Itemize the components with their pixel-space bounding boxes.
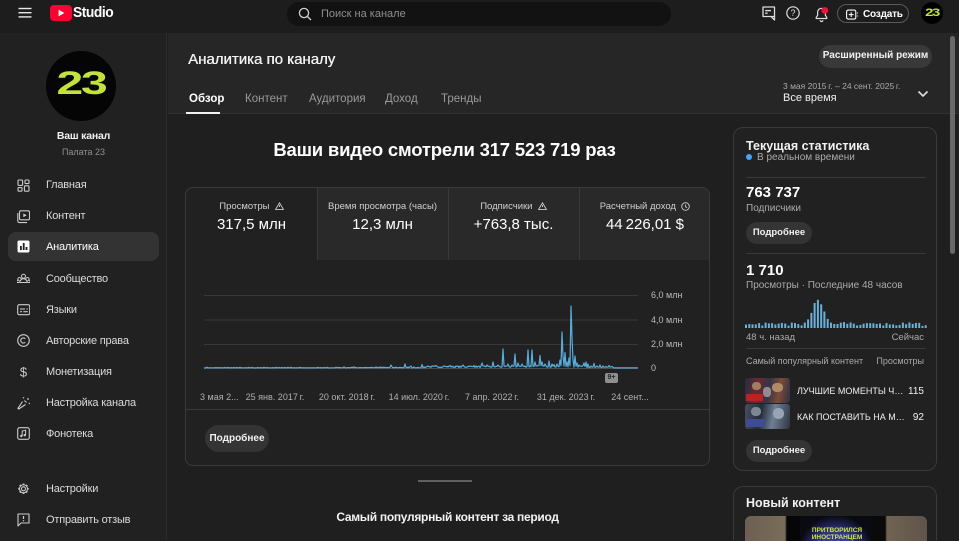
svg-text:$: $ <box>20 365 28 379</box>
svg-text:?: ? <box>790 8 795 18</box>
